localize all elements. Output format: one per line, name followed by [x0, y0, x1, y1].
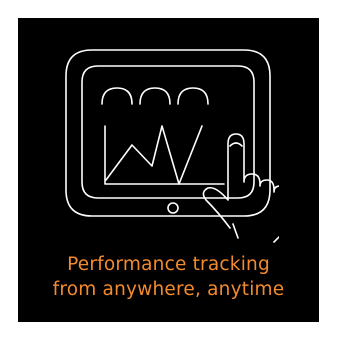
caption-line-1: Performance tracking — [67, 254, 270, 275]
line-art — [65, 49, 279, 243]
tablet-performance-chart-touch-icon — [65, 49, 279, 243]
feature-caption: Performance tracking from anywhere, anyt… — [18, 252, 319, 302]
feature-tile: Performance tracking from anywhere, anyt… — [18, 18, 319, 322]
caption-line-2: from anywhere, anytime — [52, 279, 285, 300]
